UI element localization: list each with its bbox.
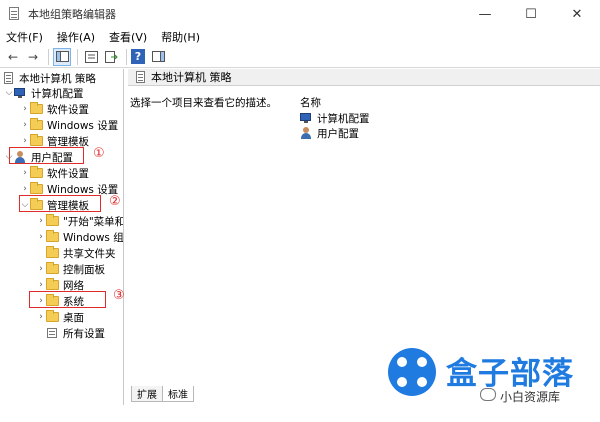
computer-icon [14,87,27,99]
console-tree: 本地计算机 策略 ⌵ 计算机配置 › 软件设置 › Windows 设置 › 管… [0,69,124,405]
help-button[interactable]: ? [131,49,145,64]
tree-item-label: 桌面 [63,311,84,324]
chevron-right-icon[interactable]: › [20,101,30,117]
title-bar: 本地组策略编辑器 — ☐ ✕ [0,0,600,28]
list-item-computer-config[interactable]: 计算机配置 [300,111,370,125]
policy-icon [134,71,147,83]
show-hide-action-pane-button[interactable] [149,48,167,66]
description-text: 选择一个项目来查看它的描述。 [130,97,277,109]
chevron-right-icon[interactable]: › [20,117,30,133]
tree-item-label: Windows 组 [63,231,124,244]
tree-item-windows-components[interactable]: › Windows 组 [36,229,124,245]
brand-logo-icon [388,348,436,396]
tree-item-control-panel[interactable]: › 控制面板 [36,261,105,277]
tree-item-label: 软件设置 [47,103,89,116]
properties-icon [84,50,98,63]
tab-extended[interactable]: 扩展 [131,386,163,402]
policy-icon [2,72,15,84]
folder-icon [30,134,43,146]
chevron-right-icon[interactable]: › [36,229,46,245]
chevron-right-icon[interactable]: › [36,213,46,229]
toolbar-divider [77,48,78,65]
highlight-box-admin-templates [19,195,101,212]
view-tabs: 扩展 标准 [131,386,194,402]
highlight-box-user-config [9,147,84,164]
tree-item-label: 软件设置 [47,167,89,180]
maximize-button[interactable]: ☐ [508,0,554,28]
toolbar-divider [48,48,49,65]
action-pane-icon [151,51,165,62]
close-button[interactable]: ✕ [554,0,600,28]
list-item-user-config[interactable]: 用户配置 [300,126,359,140]
menu-file[interactable]: 文件(F) [6,29,43,45]
menu-view[interactable]: 查看(V) [109,29,147,45]
user-icon [300,127,313,139]
help-icon: ? [134,50,142,63]
tree-item-all-settings[interactable]: 所有设置 [36,325,105,341]
chevron-right-icon[interactable]: › [20,165,30,181]
tree-item-cc-windows[interactable]: › Windows 设置 [20,117,118,133]
annotation-3: ③ [113,288,125,303]
highlight-box-system [29,291,106,308]
folder-icon [46,278,59,290]
computer-icon [300,112,313,124]
console-tree-toggle-button[interactable] [53,47,71,66]
tree-item-label: "开始"菜单和 [63,215,124,228]
wechat-icon [480,388,496,401]
forward-button[interactable]: → [24,48,42,66]
tree-item-shared-folders[interactable]: 共享文件夹 [36,245,116,261]
folder-icon [30,182,43,194]
list-item-label: 计算机配置 [317,112,370,125]
tree-item-cc-software[interactable]: › 软件设置 [20,101,89,117]
folder-icon [30,102,43,114]
watermark-subtitle: 小白资源库 [500,390,561,404]
tree-item-label: 所有设置 [63,327,105,340]
folder-icon [30,118,43,130]
tree-item-computer-config[interactable]: ⌵ 计算机配置 [4,85,84,101]
tree-item-label: 控制面板 [63,263,105,276]
tree-item-uc-software[interactable]: › 软件设置 [20,165,89,181]
menu-help[interactable]: 帮助(H) [161,29,200,45]
chevron-right-icon[interactable]: › [36,309,46,325]
tree-item-root[interactable]: 本地计算机 策略 [2,70,96,86]
chevron-right-icon[interactable]: › [36,261,46,277]
tree-item-label: 计算机配置 [31,87,84,100]
folder-icon [30,166,43,178]
minimize-button[interactable]: — [462,0,508,28]
folder-icon [46,214,59,226]
menu-action[interactable]: 操作(A) [57,29,95,45]
folder-icon [46,262,59,274]
annotation-1: ① [93,146,105,161]
watermark: 盒子部落 小白资源库 [388,338,600,412]
tree-item-label: 共享文件夹 [63,247,116,260]
tab-standard[interactable]: 标准 [162,386,194,402]
folder-icon [46,310,59,322]
settings-list-icon [46,327,59,339]
export-list-button[interactable] [102,48,120,66]
window-title: 本地组策略编辑器 [28,8,116,21]
export-icon [104,50,118,63]
policy-editor-icon [8,7,22,21]
folder-icon [46,230,59,242]
tree-item-label: 本地计算机 策略 [19,72,96,85]
chevron-down-icon[interactable]: ⌵ [4,85,14,101]
tree-item-start-menu[interactable]: › "开始"菜单和 [36,213,124,229]
panel-icon [55,51,69,62]
toolbar: ← → ? [0,46,600,68]
menu-bar: 文件(F) 操作(A) 查看(V) 帮助(H) [0,28,600,46]
tree-item-label: Windows 设置 [47,119,119,132]
properties-button[interactable] [82,48,100,66]
details-header-title: 本地计算机 策略 [151,71,232,84]
watermark-brand: 盒子部落 [446,356,574,392]
toolbar-divider [126,48,127,65]
folder-icon [46,246,59,258]
column-header-name[interactable]: 名称 [300,95,321,110]
annotation-2: ② [109,194,121,209]
details-header: 本地计算机 策略 [128,69,600,86]
back-button[interactable]: ← [4,48,22,66]
list-item-label: 用户配置 [317,127,359,140]
tree-item-desktop[interactable]: › 桌面 [36,309,84,325]
